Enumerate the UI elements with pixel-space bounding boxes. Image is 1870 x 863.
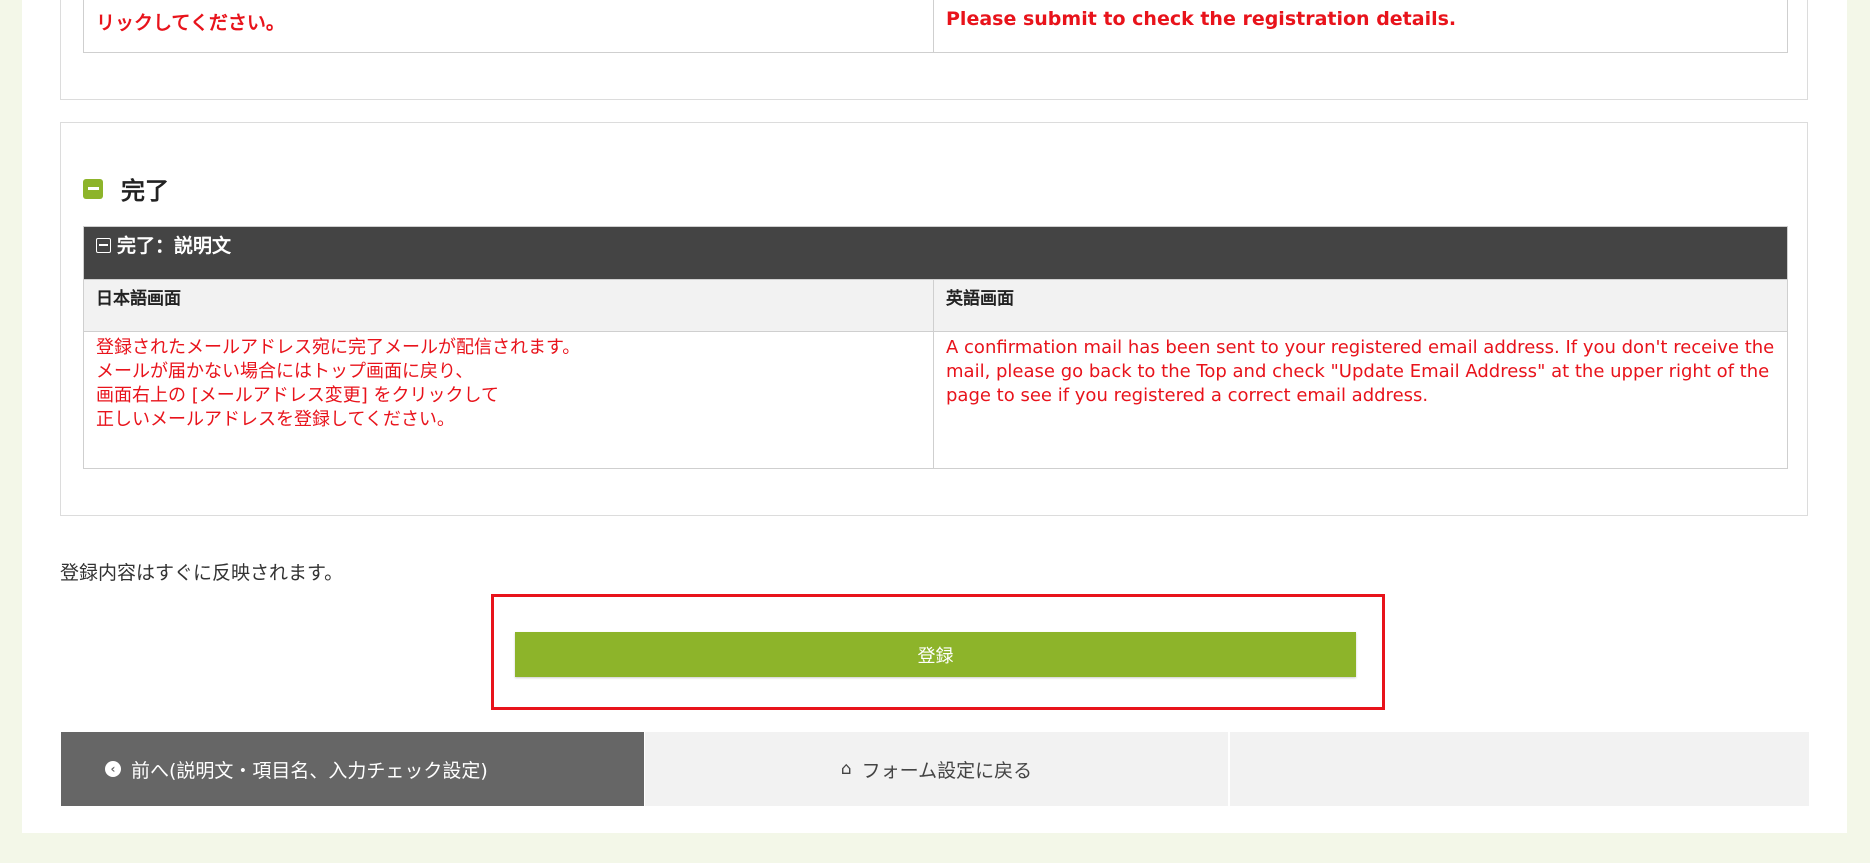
chevron-left-circle-icon: ‹ bbox=[105, 761, 121, 777]
en-cell: Please submit to check the registration … bbox=[933, 0, 1788, 53]
collapse-box-icon[interactable] bbox=[96, 238, 111, 253]
en-text-cell: A confirmation mail has been sent to you… bbox=[932, 331, 1789, 469]
ja-line: 登録されたメールアドレス宛に完了メールが配信されます。 bbox=[96, 337, 581, 358]
back-to-form-settings-button[interactable]: ⌂ フォーム設定に戻る bbox=[645, 732, 1228, 806]
section-heading-label: 完了 bbox=[121, 177, 169, 205]
ja-cell: リックしてください。 bbox=[83, 0, 934, 53]
complete-table: 完了：説明文 日本語画面 英語画面 登録されたメールアドレス宛に完了メールが配信… bbox=[82, 226, 1789, 469]
table-title[interactable]: 完了：説明文 bbox=[82, 226, 1789, 280]
footer-nav: ‹ 前へ(説明文・項目名、入力チェック設定) ⌂ フォーム設定に戻る bbox=[61, 732, 1809, 806]
table-row: リックしてください。 Please submit to check the re… bbox=[83, 0, 1788, 53]
ja-line: 正しいメールアドレスを登録してください。 bbox=[96, 409, 455, 430]
reflect-note: 登録内容はすぐに反映されます。 bbox=[60, 562, 344, 584]
table-title-row[interactable]: 完了：説明文 bbox=[82, 226, 1789, 280]
column-header-row: 日本語画面 英語画面 bbox=[83, 279, 1789, 332]
column-header-en: 英語画面 bbox=[932, 279, 1789, 332]
home-label: フォーム設定に戻る bbox=[861, 759, 1033, 782]
table-title-label: 完了：説明文 bbox=[117, 235, 232, 257]
footer-blank bbox=[1230, 732, 1809, 806]
prev-label: 前へ(説明文・項目名、入力チェック設定) bbox=[131, 759, 488, 782]
prev-button[interactable]: ‹ 前へ(説明文・項目名、入力チェック設定) bbox=[61, 732, 644, 806]
ja-line: 画面右上の [メールアドレス変更] をクリックして bbox=[96, 385, 499, 406]
complete-section: 完了 完了：説明文 日本語画面 英語画面 登録されたメールアドレス宛に完了メール… bbox=[60, 122, 1808, 516]
ja-line: メールが届かない場合にはトップ画面に戻り、 bbox=[96, 361, 474, 382]
minus-square-icon[interactable] bbox=[83, 178, 103, 199]
home-icon: ⌂ bbox=[840, 759, 852, 779]
top-section: リックしてください。 Please submit to check the re… bbox=[60, 0, 1808, 100]
top-table: リックしてください。 Please submit to check the re… bbox=[83, 0, 1788, 53]
page: リックしてください。 Please submit to check the re… bbox=[22, 0, 1847, 833]
table-row: 登録されたメールアドレス宛に完了メールが配信されます。 メールが届かない場合には… bbox=[83, 331, 1789, 469]
section-heading[interactable]: 完了 bbox=[83, 171, 169, 206]
register-button[interactable]: 登録 bbox=[515, 632, 1356, 677]
column-header-ja: 日本語画面 bbox=[83, 279, 934, 332]
ja-text-cell: 登録されたメールアドレス宛に完了メールが配信されます。 メールが届かない場合には… bbox=[83, 331, 934, 469]
